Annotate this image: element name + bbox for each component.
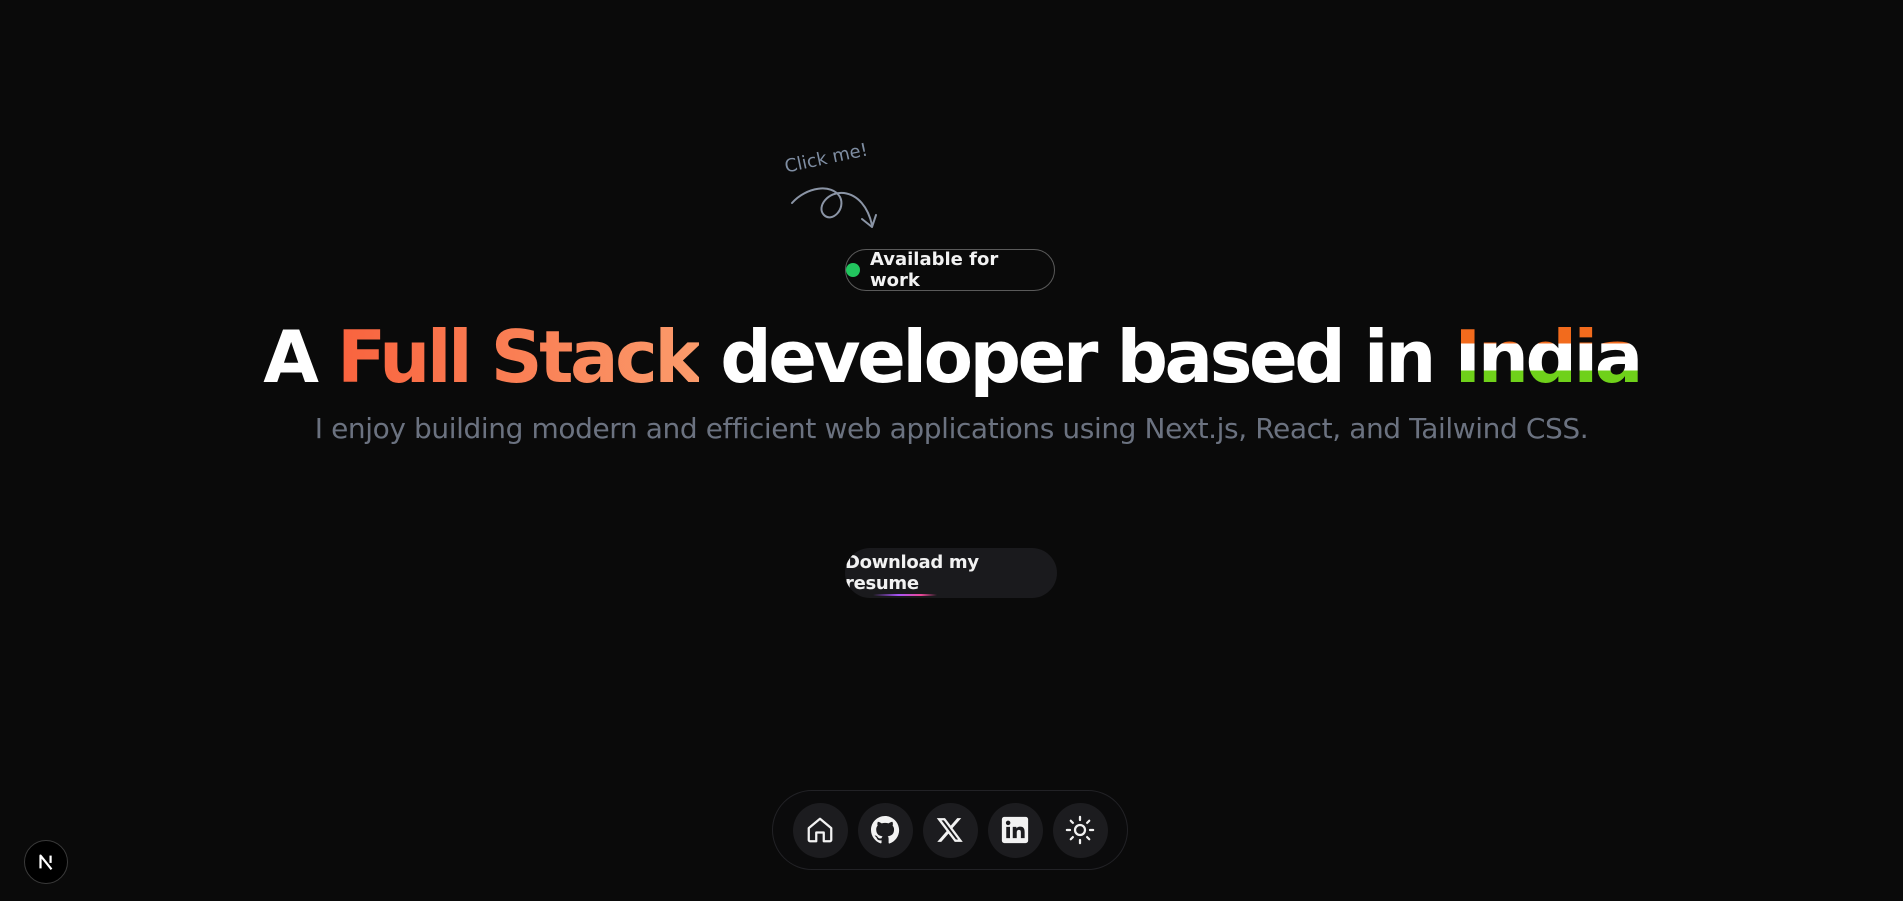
hero-subtitle: I enjoy building modern and efficient we… bbox=[314, 412, 1589, 445]
linkedin-icon bbox=[1001, 816, 1029, 844]
headline-prefix: A bbox=[263, 315, 337, 399]
click-hint-text: Click me! bbox=[782, 139, 870, 178]
availability-badge[interactable]: Available for work bbox=[845, 249, 1055, 291]
click-hint: Click me! bbox=[782, 139, 902, 245]
sun-icon bbox=[1065, 815, 1095, 845]
page: Click me! Available for work A Full Stac… bbox=[0, 0, 1903, 901]
dock-github-button[interactable] bbox=[857, 802, 913, 858]
bottom-dock bbox=[772, 790, 1128, 870]
curly-arrow-icon bbox=[791, 187, 877, 228]
headline-middle: developer based in bbox=[698, 315, 1455, 399]
status-dot-icon bbox=[846, 263, 860, 277]
dock-theme-toggle-button[interactable] bbox=[1052, 802, 1108, 858]
resume-glow-underline bbox=[873, 594, 937, 596]
x-icon bbox=[936, 818, 963, 842]
nextjs-dev-badge[interactable] bbox=[24, 840, 68, 884]
nextjs-icon bbox=[39, 854, 53, 871]
headline-country: India bbox=[1454, 315, 1643, 399]
headline-accent: Full Stack bbox=[337, 315, 702, 399]
hero-headline: A Full Stack developer based in India bbox=[0, 312, 1903, 402]
download-resume-button[interactable]: Download my resume bbox=[845, 548, 1057, 598]
download-resume-label: Download my resume bbox=[845, 552, 979, 594]
dock-x-button[interactable] bbox=[922, 802, 978, 858]
dock-home-button[interactable] bbox=[792, 802, 848, 858]
availability-label: Available for work bbox=[869, 249, 999, 291]
dock-linkedin-button[interactable] bbox=[987, 802, 1043, 858]
github-icon bbox=[871, 816, 900, 844]
home-icon bbox=[807, 817, 833, 843]
